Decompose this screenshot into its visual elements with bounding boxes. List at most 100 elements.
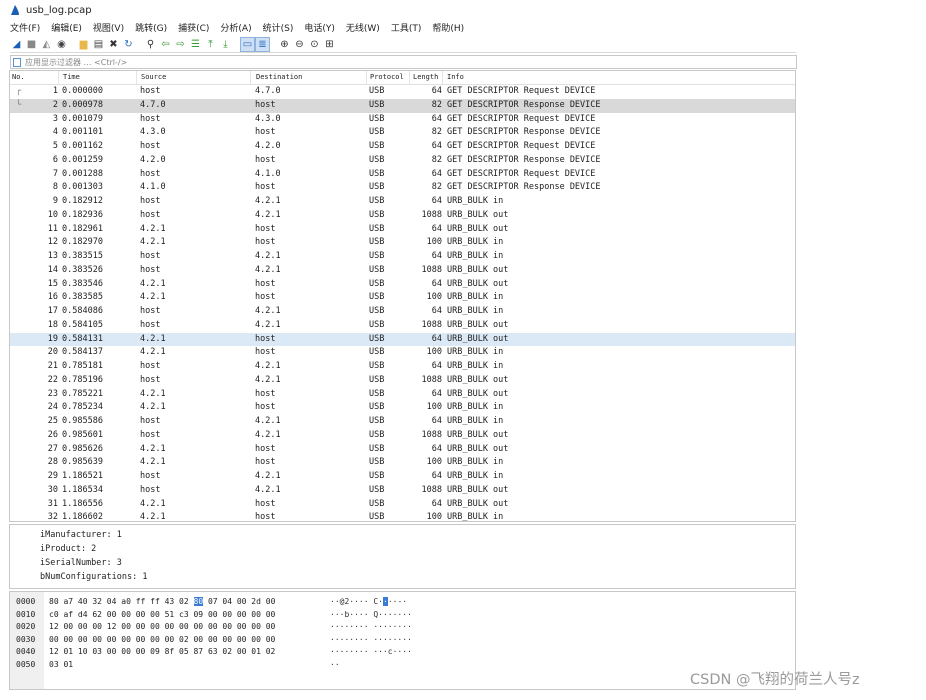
goto-packet-icon[interactable]: ☰: [189, 38, 202, 51]
packet-row[interactable]: 16 0.383585 4.2.1 host USB 100 URB_BULK in: [10, 291, 795, 305]
close-file-icon[interactable]: ✖: [107, 38, 120, 51]
packet-row[interactable]: 14 0.383526 host 4.2.1 USB 1088 URB_BULK out: [10, 264, 795, 278]
restart-icon[interactable]: ◭: [40, 38, 53, 51]
hex-bytes[interactable]: 12 00 00 00 12 00 00 00 00 00 00 00 00 0…: [49, 621, 275, 633]
ascii-bytes[interactable]: ········ ········: [330, 634, 412, 646]
menu-item-4[interactable]: 捕获(C): [178, 21, 209, 35]
bookmark-filter-icon[interactable]: [13, 57, 21, 67]
open-folder-icon[interactable]: ▆: [77, 38, 90, 51]
column-time[interactable]: Time: [63, 73, 80, 81]
column-no[interactable]: No.: [12, 73, 25, 81]
hex-bytes[interactable]: 03 01: [49, 659, 73, 671]
packet-row[interactable]: 13 0.383515 host 4.2.1 USB 64 URB_BULK in: [10, 250, 795, 264]
shark-fin-start-icon[interactable]: ◢: [10, 38, 23, 51]
packet-row[interactable]: 22 0.785196 host 4.2.1 USB 1088 URB_BULK out: [10, 374, 795, 388]
find-icon[interactable]: ⚲: [144, 38, 157, 51]
ascii-bytes[interactable]: ········ ···c····: [330, 646, 412, 658]
zoom-out-icon[interactable]: ⊖: [293, 38, 306, 51]
packet-protocol: USB: [369, 86, 385, 96]
packet-no: 19: [47, 333, 58, 344]
menu-item-8[interactable]: 无线(W): [346, 21, 380, 35]
packet-row[interactable]: 3 0.001079 host 4.3.0 USB 64 GET DESCRIPTOR Re…: [10, 113, 795, 127]
packet-row[interactable]: 10 0.182936 host 4.2.1 USB 1088 URB_BULK out: [10, 209, 795, 223]
menu-item-0[interactable]: 文件(F): [10, 21, 40, 35]
packet-row[interactable]: 25 0.985586 host 4.2.1 USB 64 URB_BULK in: [10, 415, 795, 429]
packet-row[interactable]: 8 0.001303 4.1.0 host USB 82 GET DESCRIPTOR Re…: [10, 181, 795, 195]
packet-source: host: [140, 484, 161, 495]
column-protocol[interactable]: Protocol: [370, 73, 404, 81]
save-icon[interactable]: ▤: [92, 38, 105, 51]
detail-field[interactable]: iSerialNumber: 3: [40, 558, 122, 568]
detail-field[interactable]: iManufacturer: 1: [40, 530, 122, 540]
menu-item-3[interactable]: 跳转(G): [135, 21, 167, 35]
byte-offset: 0040: [16, 647, 36, 656]
packet-row[interactable]: 11 0.182961 4.2.1 host USB 64 URB_BULK out: [10, 223, 795, 237]
first-packet-icon[interactable]: ⤒: [204, 38, 217, 51]
packet-row[interactable]: 20 0.584137 4.2.1 host USB 100 URB_BULK in: [10, 346, 795, 360]
detail-field[interactable]: iProduct: 2: [40, 544, 96, 554]
packet-protocol: USB: [369, 374, 385, 385]
packet-row[interactable]: 29 1.186521 host 4.2.1 USB 64 URB_BULK in: [10, 470, 795, 484]
ascii-bytes[interactable]: ········ ········: [330, 621, 412, 633]
autoscroll-icon[interactable]: ▭: [240, 36, 255, 52]
packet-row[interactable]: 23 0.785221 4.2.1 host USB 64 URB_BULK out: [10, 388, 795, 402]
menu-item-2[interactable]: 视图(V): [93, 21, 124, 35]
menu-item-5[interactable]: 分析(A): [220, 21, 251, 35]
detail-field[interactable]: bNumConfigurations: 1: [40, 572, 147, 582]
packet-row[interactable]: 18 0.584105 host 4.2.1 USB 1088 URB_BULK out: [10, 319, 795, 333]
packet-row[interactable]: 5 0.001162 host 4.2.0 USB 64 GET DESCRIPTOR Re…: [10, 140, 795, 154]
packet-details-pane[interactable]: iManufacturer: 1 iProduct: 2 iSerialNumber…: [9, 524, 796, 589]
options-gear-icon[interactable]: ◉: [55, 38, 68, 51]
hex-bytes[interactable]: c0 af d4 62 00 00 00 00 51 c3 09 00 00 0…: [49, 609, 275, 621]
packet-row[interactable]: 7 0.001288 host 4.1.0 USB 64 GET DESCRIPTOR Re…: [10, 168, 795, 182]
packet-list[interactable]: No. Time Source Destination Protocol Len…: [9, 70, 796, 522]
packet-row[interactable]: 27 0.985626 4.2.1 host USB 64 URB_BULK out: [10, 443, 795, 457]
packet-row[interactable]: 12 0.182970 4.2.1 host USB 100 URB_BULK in: [10, 236, 795, 250]
packet-row[interactable]: 32 1.186602 4.2.1 host USB 100 URB_BULK in: [10, 511, 795, 521]
ascii-bytes[interactable]: ··: [330, 659, 340, 671]
display-filter-bar[interactable]: 应用显示过滤器 … <Ctrl-/>: [10, 55, 797, 69]
packet-row[interactable]: 28 0.985639 4.2.1 host USB 100 URB_BULK in: [10, 456, 795, 470]
packet-row[interactable]: 17 0.584086 host 4.2.1 USB 64 URB_BULK in: [10, 305, 795, 319]
menu-item-7[interactable]: 电话(Y): [304, 21, 335, 35]
column-destination[interactable]: Destination: [256, 73, 302, 81]
packet-row[interactable]: 1 0.000000 host 4.7.0 USB 64 GET DESCRIPTOR Re…: [10, 85, 795, 99]
packet-row[interactable]: 4 0.001101 4.3.0 host USB 82 GET DESCRIPTOR Re…: [10, 126, 795, 140]
packet-row[interactable]: 21 0.785181 host 4.2.1 USB 64 URB_BULK in: [10, 360, 795, 374]
column-length[interactable]: Length: [413, 73, 438, 81]
packet-time: 0.785196: [62, 374, 103, 385]
hex-bytes[interactable]: 80 a7 40 32 04 a0 ff ff 43 02 80 07 04 0…: [49, 596, 275, 608]
column-info[interactable]: Info: [447, 73, 464, 81]
packet-row[interactable]: 26 0.985601 host 4.2.1 USB 1088 URB_BULK out: [10, 429, 795, 443]
reload-icon[interactable]: ↻: [122, 38, 135, 51]
packet-row[interactable]: 19 0.584131 4.2.1 host USB 64 URB_BULK out: [10, 332, 795, 347]
packet-row[interactable]: 15 0.383546 4.2.1 host USB 64 URB_BULK out: [10, 278, 795, 292]
packet-row[interactable]: 31 1.186556 4.2.1 host USB 64 URB_BULK out: [10, 498, 795, 512]
column-source[interactable]: Source: [141, 73, 166, 81]
ascii-bytes[interactable]: ···b···· Q·······: [330, 609, 412, 621]
packet-row[interactable]: 2 0.000978 4.7.0 host USB 82 GET DESCRIPTOR Re…: [10, 98, 795, 113]
menu-item-9[interactable]: 工具(T): [391, 21, 422, 35]
back-arrow-icon[interactable]: ⇦: [159, 38, 172, 51]
last-packet-icon[interactable]: ⤓: [219, 38, 232, 51]
zoom-in-icon[interactable]: ⊕: [278, 38, 291, 51]
colorize-icon[interactable]: ≣: [255, 36, 270, 52]
packet-row[interactable]: 30 1.186534 host 4.2.1 USB 1088 URB_BULK out: [10, 484, 795, 498]
packet-bytes-pane[interactable]: 0000 80 a7 40 32 04 a0 ff ff 43 02 80 07 …: [9, 591, 796, 690]
stop-icon[interactable]: ■: [25, 38, 38, 51]
menu-item-10[interactable]: 帮助(H): [432, 21, 464, 35]
hex-bytes[interactable]: 12 01 10 03 00 00 00 09 8f 05 87 63 02 0…: [49, 646, 275, 658]
packet-row[interactable]: 6 0.001259 4.2.0 host USB 82 GET DESCRIPTOR Re…: [10, 154, 795, 168]
hex-bytes[interactable]: 00 00 00 00 00 00 00 00 00 02 00 00 00 0…: [49, 634, 275, 646]
packet-row[interactable]: 24 0.785234 4.2.1 host USB 100 URB_BULK in: [10, 401, 795, 415]
ascii-bytes[interactable]: ··@2···· C····-·: [330, 596, 407, 608]
forward-arrow-icon[interactable]: ⇨: [174, 38, 187, 51]
menu-item-6[interactable]: 统计(S): [263, 21, 294, 35]
packet-row[interactable]: 9 0.182912 host 4.2.1 USB 64 URB_BULK in: [10, 195, 795, 209]
zoom-normal-icon[interactable]: ⊙: [308, 38, 321, 51]
menu-item-1[interactable]: 编辑(E): [51, 21, 82, 35]
resize-columns-icon[interactable]: ⊞: [323, 38, 336, 51]
packet-destination: 4.2.1: [255, 209, 281, 220]
packet-source: host: [140, 471, 161, 481]
display-filter-input[interactable]: 应用显示过滤器 … <Ctrl-/>: [25, 57, 127, 68]
